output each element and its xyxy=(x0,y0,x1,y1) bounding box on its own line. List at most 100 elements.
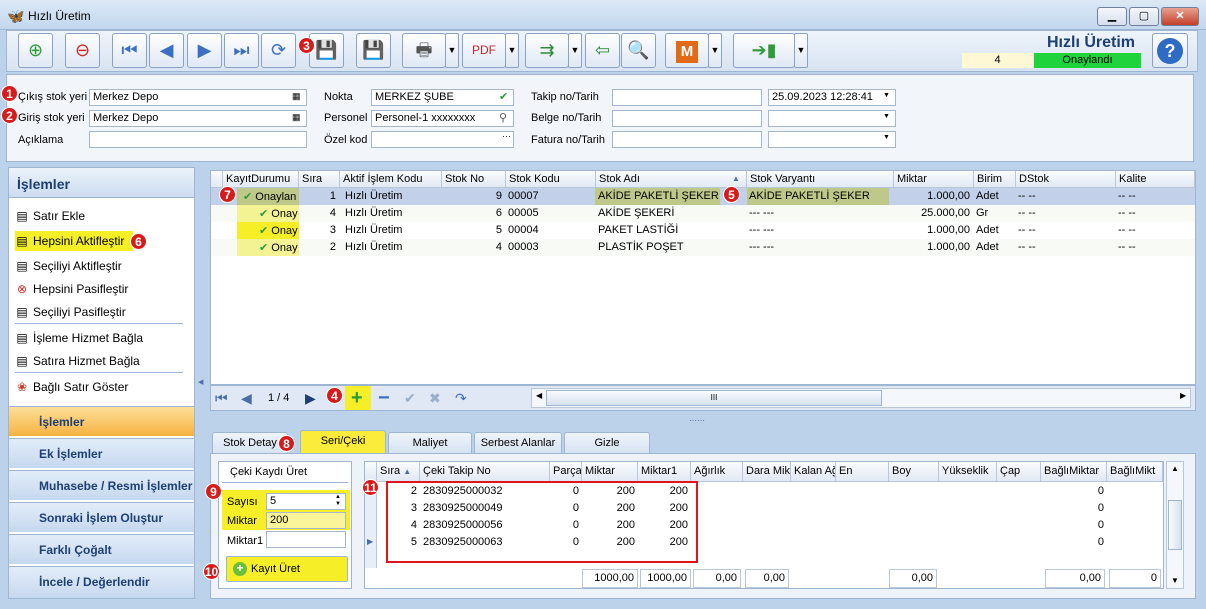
minimize-button[interactable]: ▁ xyxy=(1097,7,1127,26)
collapse-icon[interactable]: ◀ xyxy=(198,378,203,386)
scroll-up-icon[interactable]: ▲ xyxy=(1171,464,1179,473)
nav-islemler[interactable]: İşlemler xyxy=(9,406,194,436)
m-module-icon[interactable]: M xyxy=(665,33,709,68)
miktar-input[interactable]: 200 xyxy=(266,512,346,529)
scroll-left-icon[interactable]: ◀ xyxy=(536,391,542,400)
maximize-button[interactable]: ▢ xyxy=(1129,7,1159,26)
tab-gizle[interactable]: Gizle xyxy=(564,432,650,454)
scroll-right-icon[interactable]: ▶ xyxy=(1180,391,1186,400)
col-cap[interactable]: Çap xyxy=(997,462,1041,482)
remove-row-icon[interactable]: − xyxy=(378,387,390,410)
next-page-icon[interactable]: ▶ xyxy=(305,390,316,407)
sidebar-item-seciliyi-aktiflestir[interactable]: ▤ Seçiliyi Aktifleştir xyxy=(15,256,121,276)
import-icon[interactable]: ⇦ xyxy=(585,33,620,68)
tab-serbest-alanlar[interactable]: Serbest Alanlar xyxy=(474,432,562,454)
splitter-grip[interactable]: ⋯⋯ xyxy=(689,416,705,425)
cancel-edit-icon[interactable]: ✖ xyxy=(429,390,441,407)
col-agirlik[interactable]: Ağırlık xyxy=(691,462,743,482)
scroll-down-icon[interactable]: ▼ xyxy=(1171,576,1179,585)
transfer-dropdown-icon[interactable]: ▼ xyxy=(568,33,582,68)
browse-icon[interactable]: ▦ xyxy=(292,112,301,123)
delete-document-icon[interactable]: ⊖ xyxy=(65,33,100,68)
help-icon[interactable]: ? xyxy=(1152,33,1188,68)
nav-incele[interactable]: İncele / Değerlendir xyxy=(9,566,194,598)
personel-input[interactable]: Personel-1 xxxxxxxx xyxy=(371,110,514,127)
add-row-icon[interactable]: + xyxy=(351,387,363,410)
pdf-dropdown-icon[interactable]: ▼ xyxy=(505,33,519,68)
tab-maliyet[interactable]: Maliyet xyxy=(388,432,472,454)
sidebar-item-satira-hizmet-bagla[interactable]: ▤ Satıra Hizmet Bağla xyxy=(15,351,139,371)
col-boy[interactable]: Boy xyxy=(889,462,939,482)
confirm-icon[interactable]: ✔ xyxy=(404,390,416,407)
last-record-icon[interactable]: ⏭ xyxy=(224,33,259,68)
close-window-button[interactable]: ✕ xyxy=(1161,7,1199,26)
sidebar-item-hepsini-aktiflestir[interactable]: ▤ Hepsini Aktifleştir xyxy=(15,231,124,251)
previous-record-icon[interactable]: ◀ xyxy=(149,33,184,68)
save-icon[interactable]: 💾 xyxy=(309,33,344,68)
m-module-dropdown-icon[interactable]: ▼ xyxy=(708,33,722,68)
kayit-uret-button[interactable]: + Kayıt Üret xyxy=(226,556,348,582)
vertical-scrollbar[interactable]: ▲ ▼ xyxy=(1166,461,1184,589)
browse-icon[interactable]: ▦ xyxy=(292,91,301,102)
scroll-thumb[interactable] xyxy=(1168,500,1182,550)
takip-date-input[interactable]: 25.09.2023 12:28:41 xyxy=(768,89,896,106)
ozelkod-input[interactable] xyxy=(371,131,514,148)
giris-stok-input[interactable]: Merkez Depo xyxy=(89,110,307,127)
col-sira[interactable]: Sıra xyxy=(299,171,340,188)
aciklama-input[interactable] xyxy=(89,131,307,148)
person-search-icon[interactable]: ⚲ xyxy=(499,111,507,124)
cikis-stok-input[interactable]: Merkez Depo xyxy=(89,89,307,106)
col-parca[interactable]: Parça xyxy=(550,462,582,482)
chevron-down-icon[interactable]: ▼ xyxy=(883,134,890,141)
nav-farkli-cogalt[interactable]: Farklı Çoğalt xyxy=(9,534,194,564)
fatura-no-input[interactable] xyxy=(612,131,762,148)
fatura-date-input[interactable] xyxy=(768,131,896,148)
col-kalan[interactable]: Kalan Ağ xyxy=(791,462,836,482)
col-yukseklik[interactable]: Yükseklik xyxy=(939,462,997,482)
print-dropdown-icon[interactable]: ▼ xyxy=(445,33,459,68)
col-ceki-no[interactable]: Çeki Takip No xyxy=(420,462,550,482)
tab-stok-detay[interactable]: Stok Detay xyxy=(212,432,288,454)
col-miktar[interactable]: Miktar xyxy=(582,462,638,482)
col-kalite[interactable]: Kalite xyxy=(1116,171,1195,188)
belge-no-input[interactable] xyxy=(612,110,762,127)
sayisi-input[interactable]: 5 ▲ ▼ xyxy=(266,493,346,510)
sidebar-item-hepsini-pasiflestir[interactable]: ⊗ Hepsini Pasifleştir xyxy=(15,279,128,299)
refresh-icon[interactable]: ⟳ xyxy=(261,33,296,68)
cancel-save-icon[interactable]: 💾 xyxy=(356,33,391,68)
nokta-input[interactable]: MERKEZ ŞUBE xyxy=(371,89,514,106)
sidebar-item-isleme-hizmet-bagla[interactable]: ▤ İşleme Hizmet Bağla xyxy=(15,328,143,348)
col-birim[interactable]: Birim xyxy=(974,171,1016,188)
ellipsis-icon[interactable]: ··· xyxy=(502,131,511,141)
col-en[interactable]: En xyxy=(836,462,889,482)
col-dstok[interactable]: DStok xyxy=(1016,171,1116,188)
nav-muhasebe[interactable]: Muhasebe / Resmi İşlemler xyxy=(9,470,194,500)
nav-sonraki-islem[interactable]: Sonraki İşlem Oluştur xyxy=(9,502,194,532)
miktar1-input[interactable] xyxy=(266,531,346,548)
scroll-thumb[interactable]: III xyxy=(546,390,882,406)
col-stok-varyanti[interactable]: Stok Varyantı xyxy=(747,171,894,188)
col-stok-kodu[interactable]: Stok Kodu xyxy=(506,171,596,188)
takip-no-input[interactable] xyxy=(612,89,762,106)
col-stok-adi[interactable]: Stok Adı ▲ xyxy=(596,171,747,188)
col-stok-no[interactable]: Stok No xyxy=(442,171,506,188)
col-miktar1[interactable]: Miktar1 xyxy=(638,462,691,482)
first-page-icon[interactable]: ⏮ xyxy=(215,390,228,407)
first-record-icon[interactable]: ⏮ xyxy=(112,33,147,68)
prev-page-icon[interactable]: ◀ xyxy=(241,390,252,407)
next-record-icon[interactable]: ▶ xyxy=(187,33,222,68)
chevron-down-icon[interactable]: ▼ xyxy=(883,113,890,120)
col-sira[interactable]: Sıra ▲ xyxy=(377,462,420,482)
sidebar-item-bagli-satir-goster[interactable]: ❀ Bağlı Satır Göster xyxy=(15,377,128,397)
undo-icon[interactable]: ↷ xyxy=(455,390,467,407)
transfer-icon[interactable]: ⇉ xyxy=(525,33,569,68)
chevron-down-icon[interactable]: ▼ xyxy=(883,92,890,99)
col-aktif-islem[interactable]: Aktif İşlem Kodu xyxy=(340,171,442,188)
spin-icon[interactable]: ▲ ▼ xyxy=(335,494,341,508)
col-bagli-miktar[interactable]: BağlıMiktar xyxy=(1041,462,1107,482)
tab-seri-ceki[interactable]: Seri/Çeki xyxy=(300,430,386,454)
pdf-export-icon[interactable]: PDF xyxy=(462,33,506,68)
belge-date-input[interactable] xyxy=(768,110,896,127)
col-kayit-durumu[interactable]: KayıtDurumu xyxy=(223,171,299,188)
print-icon[interactable]: 🖶 xyxy=(402,33,446,68)
